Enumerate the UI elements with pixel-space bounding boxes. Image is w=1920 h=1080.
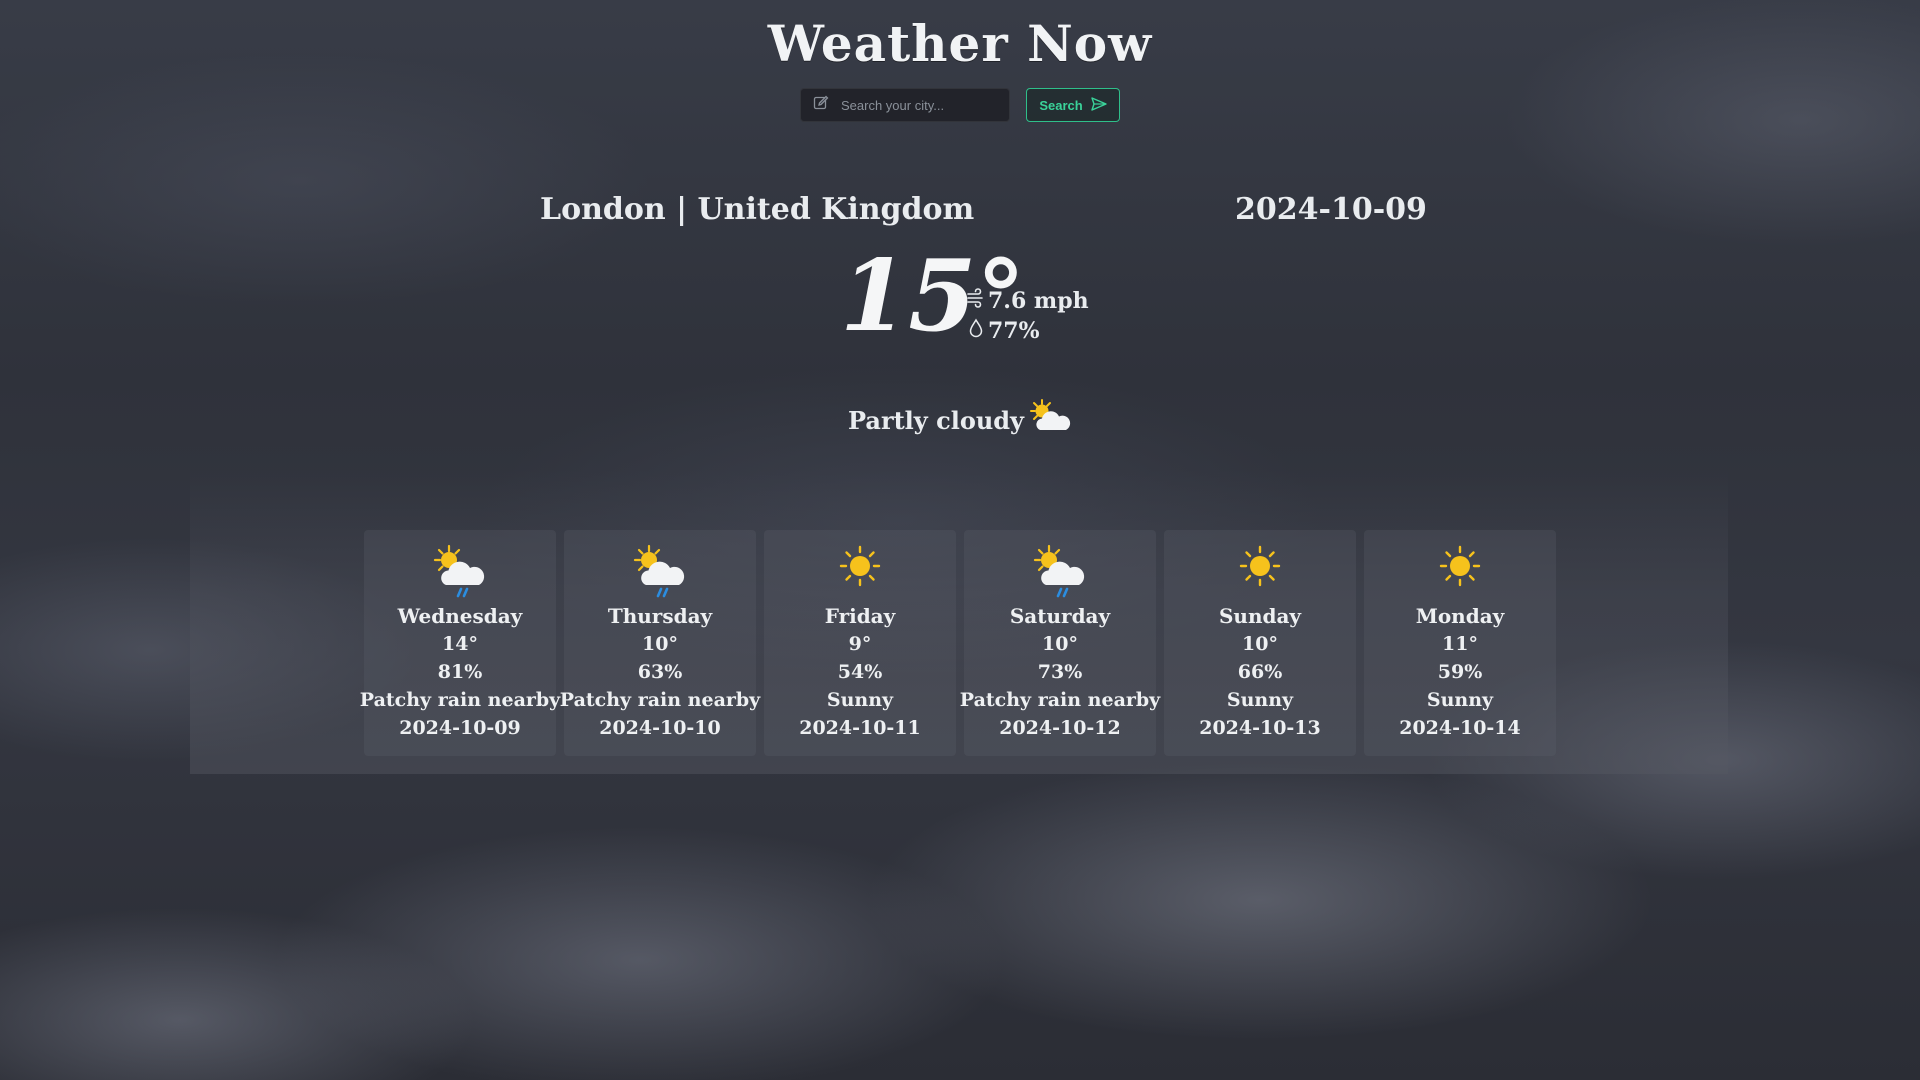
search-input[interactable] (839, 96, 1003, 114)
forecast-temperature: 11° (1442, 633, 1478, 655)
search-bar: Search (800, 88, 1120, 122)
partly-cloudy-icon (1028, 398, 1072, 442)
forecast-temperature: 9° (848, 633, 872, 655)
forecast-date: 2024-10-14 (1399, 717, 1521, 739)
forecast-day: Friday (824, 604, 896, 628)
forecast-humidity: 54% (837, 661, 883, 683)
patchy-rain-icon (1031, 544, 1089, 602)
forecast-temperature: 10° (642, 633, 678, 655)
forecast-condition: Patchy rain nearby (959, 689, 1161, 711)
forecast-temperature: 10° (1242, 633, 1278, 655)
forecast-date: 2024-10-11 (799, 717, 921, 739)
patchy-rain-icon (431, 544, 489, 602)
forecast-card: Friday 9° 54% Sunny 2024-10-11 (764, 530, 956, 756)
forecast-card: Wednesday 14° 81% Patchy rain nearby 2024-10… (360, 530, 560, 756)
forecast-temperature: 14° (442, 633, 478, 655)
forecast-condition: Sunny (826, 689, 894, 711)
forecast-humidity: 66% (1237, 661, 1283, 683)
wind-row: 7.6 mph (966, 286, 1089, 316)
forecast-date: 2024-10-12 (999, 717, 1121, 739)
sun-icon (838, 544, 882, 602)
forecast-humidity: 81% (437, 661, 483, 683)
forecast-day: Wednesday (397, 604, 523, 628)
wind-speed: 7.6 mph (988, 288, 1089, 314)
forecast-condition: Patchy rain nearby (359, 689, 561, 711)
forecast-humidity: 59% (1437, 661, 1483, 683)
search-button-label: Search (1039, 97, 1083, 113)
forecast-condition: Sunny (1426, 689, 1494, 711)
current-condition: Partly cloudy (0, 398, 1920, 442)
forecast-row: Wednesday 14° 81% Patchy rain nearby 2024-10… (360, 530, 1556, 756)
patchy-rain-icon (631, 544, 689, 602)
forecast-day: Monday (1415, 604, 1505, 628)
forecast-date: 2024-10-10 (599, 717, 721, 739)
forecast-day: Sunday (1218, 604, 1302, 628)
current-stats: 7.6 mph 77% (966, 286, 1089, 346)
send-icon (1090, 96, 1107, 114)
current-date: 2024-10-09 (1235, 192, 1427, 227)
forecast-humidity: 63% (637, 661, 683, 683)
sun-icon (1238, 544, 1282, 602)
forecast-humidity: 73% (1037, 661, 1083, 683)
droplet-icon (966, 316, 986, 346)
forecast-card: Thursday 10° 63% Patchy rain nearby 2024-10-… (560, 530, 760, 756)
search-field[interactable] (800, 88, 1010, 122)
wind-icon (966, 286, 986, 316)
search-button[interactable]: Search (1026, 88, 1120, 122)
forecast-card: Monday 11° 59% Sunny 2024-10-14 (1364, 530, 1556, 756)
humidity-value: 77% (988, 318, 1040, 344)
forecast-card: Saturday 10° 73% Patchy rain nearby 2024-10-… (960, 530, 1160, 756)
sun-icon (1438, 544, 1482, 602)
forecast-temperature: 10° (1042, 633, 1078, 655)
forecast-card: Sunday 10° 66% Sunny 2024-10-13 (1164, 530, 1356, 756)
forecast-date: 2024-10-09 (399, 717, 521, 739)
current-location: London | United Kingdom (540, 192, 975, 227)
app-title: Weather Now (767, 14, 1153, 73)
forecast-day: Thursday (607, 604, 713, 628)
forecast-day: Saturday (1009, 604, 1111, 628)
pencil-icon (813, 95, 829, 115)
condition-text: Partly cloudy (847, 405, 1024, 435)
forecast-condition: Patchy rain nearby (559, 689, 761, 711)
forecast-date: 2024-10-13 (1199, 717, 1321, 739)
forecast-condition: Sunny (1226, 689, 1294, 711)
humidity-row: 77% (966, 316, 1089, 346)
